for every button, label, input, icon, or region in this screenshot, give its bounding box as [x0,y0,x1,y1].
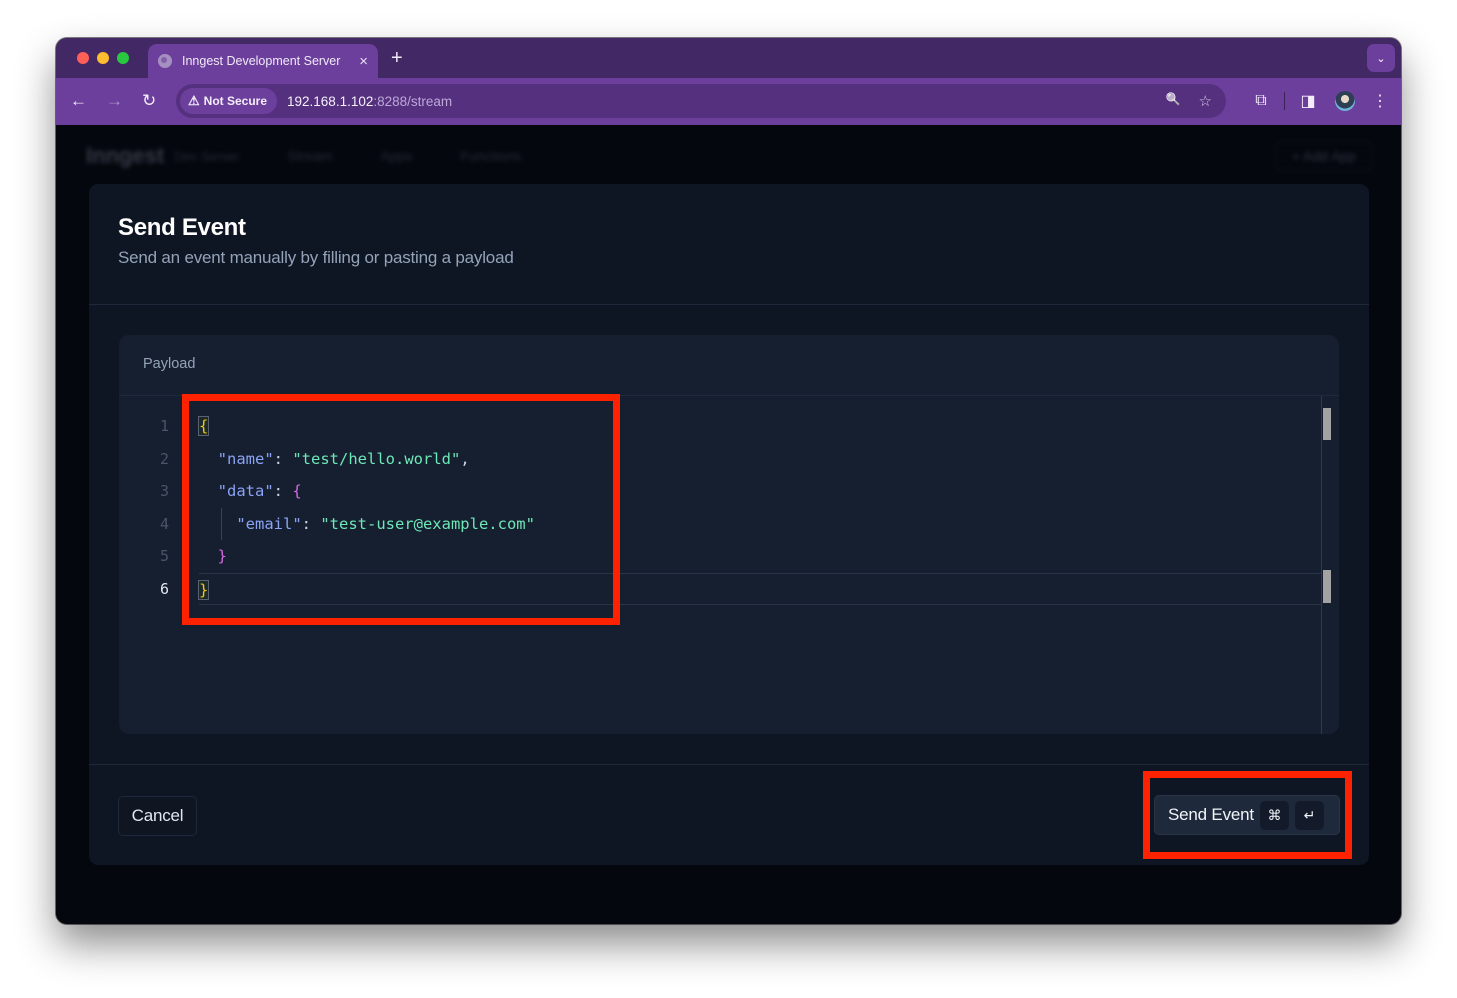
inngest-logo: Inngest [86,143,165,168]
tab-search-button[interactable]: ⌄ [1367,44,1395,72]
url-path: :8288/stream [373,93,453,109]
modal-subtitle: Send an event manually by filling or pas… [118,248,514,267]
new-tab-button[interactable]: + [391,46,403,70]
line-number-active: 6 [159,579,169,598]
scrollbar-thumb[interactable] [1323,408,1331,440]
cursor-position-marker [1323,570,1331,603]
line-number-gutter: 1 2 3 4 5 6 [119,410,177,605]
chevron-down-icon: ⌄ [1376,52,1386,65]
nav-item-functions: Functions [460,148,522,164]
minimize-window-button[interactable] [97,52,109,64]
tab-strip: Inngest Development Server × + ⌄ [56,38,1401,78]
forward-button[interactable]: → [106,90,123,112]
modal-header: Send Event Send an event manually by fil… [89,184,1369,305]
cancel-button[interactable]: Cancel [118,796,197,836]
zoom-icon[interactable]: 🔍 [1166,92,1181,110]
modal-title: Send Event [118,214,246,241]
payload-label: Payload [143,356,196,372]
url-text[interactable]: 192.168.1.102:8288/stream [287,94,452,109]
globe-icon [158,54,172,68]
highlight-box-send-button [1143,771,1352,859]
line-number: 5 [159,547,169,565]
background-app-nav: Inngest Dev Server Stream Apps Functions [86,143,521,169]
logo-subtitle: Dev Server [174,148,240,164]
extensions-icon[interactable]: ⧉ [1248,92,1274,110]
warning-icon: ⚠ [188,93,200,108]
browser-menu-icon[interactable]: ⋮ [1367,91,1393,111]
browser-tab-active[interactable]: Inngest Development Server × [148,44,378,78]
tab-title: Inngest Development Server [182,54,341,68]
toolbar-divider [1284,92,1285,110]
bookmark-star-icon[interactable]: ☆ [1199,92,1212,110]
close-window-button[interactable] [77,52,89,64]
add-app-button: + Add App [1274,141,1373,171]
url-host: 192.168.1.102 [287,93,374,109]
back-button[interactable]: ← [70,90,87,112]
reload-button[interactable]: ↻ [142,90,156,112]
site-security-chip[interactable]: ⚠ Not Secure [180,88,278,114]
security-label: Not Secure [203,94,268,108]
nav-item-stream: Stream [287,148,333,164]
nav-item-apps: Apps [380,148,413,164]
tab-close-icon[interactable]: × [359,54,368,69]
maximize-window-button[interactable] [117,52,129,64]
address-bar[interactable]: ⚠ Not Secure 192.168.1.102:8288/stream 🔍… [176,84,1226,118]
highlight-box-payload [182,394,620,625]
profile-avatar[interactable] [1335,91,1355,111]
line-number: 2 [159,449,169,468]
side-panel-icon[interactable]: ◨ [1295,91,1321,111]
browser-toolbar: ← → ↻ ⚠ Not Secure 192.168.1.102:8288/st… [56,78,1401,125]
editor-scrollbar[interactable] [1321,396,1339,734]
line-number: 1 [159,417,169,435]
line-number: 4 [159,514,169,533]
line-number: 3 [159,482,169,500]
